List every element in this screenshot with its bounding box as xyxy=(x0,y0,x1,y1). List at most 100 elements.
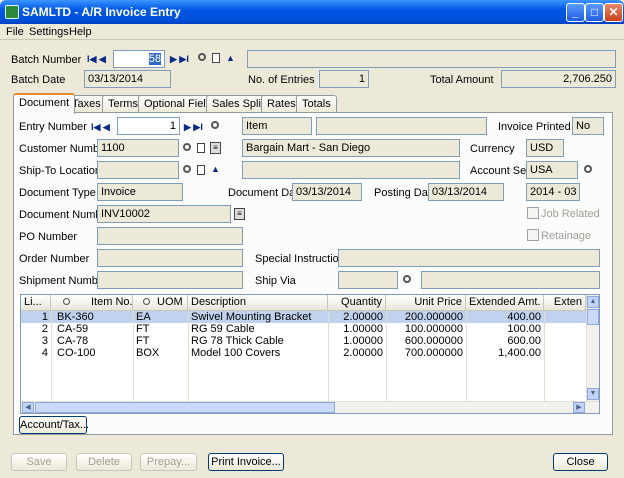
table-row[interactable]: 1 BK-360 EA Swivel Mounting Bracket 2.00000 2… xyxy=(21,311,586,323)
cell-unit-price[interactable]: 100.000000 xyxy=(386,323,466,335)
batch-next-last-icon[interactable]: ▶ ▶I xyxy=(170,54,189,65)
batch-date-label: Batch Date xyxy=(11,74,66,86)
posting-date-field[interactable]: 03/13/2014 xyxy=(428,183,504,201)
po-number-field[interactable] xyxy=(97,227,243,245)
ship-to-new-icon[interactable] xyxy=(197,165,205,175)
cell-uom[interactable]: EA xyxy=(133,311,188,323)
batch-finder-icon[interactable] xyxy=(198,53,206,61)
cell-line[interactable]: 1 xyxy=(21,311,51,323)
cell-extended-amt[interactable]: 100.00 xyxy=(466,323,544,335)
cell-quantity[interactable]: 2.00000 xyxy=(328,347,386,359)
table-row[interactable]: 2 CA-59 FT RG 59 Cable 1.00000 100.000000 100.… xyxy=(21,323,586,335)
tab-totals[interactable]: Totals xyxy=(296,95,337,113)
total-amount-field: 2,706.250 xyxy=(501,70,616,88)
cell-unit-price[interactable]: 200.000000 xyxy=(386,311,466,323)
batch-zoom-up-icon[interactable]: ▲ xyxy=(226,53,235,63)
account-tax-button[interactable]: Account/Tax... xyxy=(19,416,89,434)
cell-description[interactable]: RG 59 Cable xyxy=(188,323,328,335)
ship-to-zoom-icon[interactable]: ▲ xyxy=(211,164,220,174)
ship-to-field[interactable] xyxy=(97,161,179,179)
ship-via-field[interactable] xyxy=(338,271,398,289)
entry-number-input[interactable]: 1 xyxy=(117,117,180,135)
cell-line[interactable]: 3 xyxy=(21,335,51,347)
delete-button[interactable]: Delete xyxy=(76,453,132,471)
job-related-checkbox[interactable] xyxy=(527,207,539,219)
entry-finder-icon[interactable] xyxy=(211,121,219,129)
customer-number-field[interactable]: 1100 xyxy=(97,139,179,157)
column-header-extended-amt[interactable]: Extended Amt. xyxy=(466,295,544,311)
cell-unit-price[interactable]: 600.000000 xyxy=(386,335,466,347)
customer-finder-icon[interactable] xyxy=(183,143,191,151)
cell-item-no[interactable]: CA-78 xyxy=(51,335,133,347)
cell-quantity[interactable]: 1.00000 xyxy=(328,323,386,335)
cell-unit-price[interactable]: 700.000000 xyxy=(386,347,466,359)
cell-line[interactable]: 4 xyxy=(21,347,51,359)
batch-first-prev-icon[interactable]: I◀ ◀ xyxy=(87,54,106,65)
close-window-button[interactable]: ✕ xyxy=(604,3,623,22)
cell-item-no[interactable]: CO-100 xyxy=(51,347,133,359)
cell-item-no[interactable]: BK-360 xyxy=(51,311,133,323)
special-instructions-field[interactable] xyxy=(338,249,600,267)
ship-via-description-field xyxy=(421,271,600,289)
scroll-down-icon[interactable]: ▼ xyxy=(587,388,599,400)
account-set-field[interactable]: USA xyxy=(526,161,578,179)
scroll-up-icon[interactable]: ▲ xyxy=(587,296,599,308)
cell-description[interactable]: Model 100 Covers xyxy=(188,347,328,359)
column-header-description[interactable]: Description xyxy=(188,295,328,311)
table-row[interactable]: 3 CA-78 FT RG 78 Thick Cable 1.00000 600.0000… xyxy=(21,335,586,347)
horizontal-scroll-thumb[interactable] xyxy=(35,402,335,413)
cell-extended-amt[interactable]: 1,400.00 xyxy=(466,347,544,359)
column-header-extended-2[interactable]: Exten xyxy=(544,295,586,311)
ship-to-finder-icon[interactable] xyxy=(183,165,191,173)
cell-line[interactable]: 2 xyxy=(21,323,51,335)
minimize-button[interactable]: _ xyxy=(566,3,585,22)
uom-column-search-icon xyxy=(143,298,150,305)
prepay-button[interactable]: Prepay... xyxy=(140,453,197,471)
close-button[interactable]: Close xyxy=(553,453,608,471)
save-button[interactable]: Save xyxy=(11,453,67,471)
column-header-quantity[interactable]: Quantity xyxy=(328,295,386,311)
column-header-unit-price[interactable]: Unit Price xyxy=(386,295,466,311)
maximize-button[interactable]: □ xyxy=(585,3,604,22)
cell-quantity[interactable]: 1.00000 xyxy=(328,335,386,347)
cell-description[interactable]: RG 78 Thick Cable xyxy=(188,335,328,347)
menu-file[interactable]: File xyxy=(6,26,24,38)
new-batch-icon[interactable] xyxy=(212,53,220,63)
invoice-detail-grid[interactable]: Li... Item No. UOM Description Quantity … xyxy=(20,294,600,414)
document-date-field[interactable]: 03/13/2014 xyxy=(292,183,362,201)
retainage-checkbox[interactable] xyxy=(527,229,539,241)
column-header-line[interactable]: Li... xyxy=(21,295,51,311)
entry-next-last-icon[interactable]: ▶ ▶I xyxy=(184,122,203,133)
document-number-field[interactable]: INV10002 xyxy=(97,205,231,223)
cell-uom[interactable]: BOX xyxy=(133,347,188,359)
cell-uom[interactable]: FT xyxy=(133,323,188,335)
job-related-label: Job Related xyxy=(541,208,600,220)
batch-number-input[interactable]: 58 xyxy=(113,50,165,68)
special-instructions-label: Special Instructions xyxy=(255,253,351,265)
tab-document[interactable]: Document xyxy=(13,93,76,114)
ship-to-description-field xyxy=(242,161,460,179)
print-invoice-button[interactable]: Print Invoice... xyxy=(208,453,284,471)
cell-extended-amt[interactable]: 600.00 xyxy=(466,335,544,347)
menu-settings[interactable]: Settings xyxy=(29,26,69,38)
cell-item-no[interactable]: CA-59 xyxy=(51,323,133,335)
column-header-uom[interactable]: UOM xyxy=(133,295,188,311)
account-set-finder-icon[interactable] xyxy=(584,165,592,173)
cell-extended-amt[interactable]: 400.00 xyxy=(466,311,544,323)
entry-first-prev-icon[interactable]: I◀ ◀ xyxy=(91,122,110,133)
shipment-number-field[interactable] xyxy=(97,271,243,289)
document-number-zoom-icon[interactable]: ≡ xyxy=(234,208,245,220)
table-row[interactable]: 4 CO-100 BOX Model 100 Covers 2.00000 700.000… xyxy=(21,347,586,359)
menu-help[interactable]: Help xyxy=(69,26,92,38)
scroll-right-icon[interactable]: ▶ xyxy=(573,402,585,413)
order-number-field[interactable] xyxy=(97,249,243,267)
cell-uom[interactable]: FT xyxy=(133,335,188,347)
customer-zoom-icon[interactable]: ≡ xyxy=(210,142,221,154)
vertical-scroll-thumb[interactable] xyxy=(587,309,599,325)
cell-description[interactable]: Swivel Mounting Bracket xyxy=(188,311,328,323)
entry-number-label: Entry Number xyxy=(19,121,87,133)
scroll-left-icon[interactable]: ◀ xyxy=(22,402,34,413)
ship-via-finder-icon[interactable] xyxy=(403,275,411,283)
customer-new-icon[interactable] xyxy=(197,143,205,153)
cell-quantity[interactable]: 2.00000 xyxy=(328,311,386,323)
